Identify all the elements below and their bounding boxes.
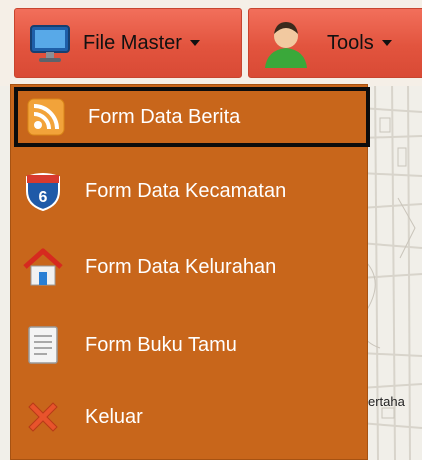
map-place-label: ertaha bbox=[368, 394, 405, 409]
chevron-down-icon bbox=[381, 40, 392, 46]
home-icon bbox=[23, 247, 63, 287]
menubar: File Master Tools bbox=[0, 0, 422, 86]
menu-item-keluar[interactable]: Keluar bbox=[15, 385, 367, 449]
menu-item-form-data-berita[interactable]: Form Data Berita bbox=[14, 87, 370, 147]
chevron-down-icon bbox=[189, 40, 200, 46]
menu-item-label: Form Data Kecamatan bbox=[85, 179, 287, 202]
monitor-icon bbox=[27, 20, 73, 66]
menu-item-label: Keluar bbox=[85, 405, 143, 428]
user-icon bbox=[259, 16, 313, 70]
menu-item-label: Form Buku Tamu bbox=[85, 333, 237, 356]
menu-item-label: Form Data Kelurahan bbox=[85, 255, 277, 278]
file-master-menu-button[interactable]: File Master bbox=[14, 8, 242, 78]
shield-6-icon: 6 bbox=[23, 171, 63, 212]
tools-menu-button[interactable]: Tools bbox=[248, 8, 422, 78]
rss-icon bbox=[26, 97, 66, 137]
menu-item-form-data-kelurahan[interactable]: Form Data Kelurahan bbox=[15, 235, 367, 299]
svg-text:6: 6 bbox=[39, 189, 48, 206]
menu-item-form-data-kecamatan[interactable]: 6 Form Data Kecamatan bbox=[15, 159, 367, 223]
menu-item-label: Form Data Berita bbox=[88, 105, 241, 128]
file-master-label: File Master bbox=[83, 31, 182, 54]
file-master-dropdown: Form Data Berita 6 Form Data Kecamatan F… bbox=[10, 84, 370, 460]
tools-label: Tools bbox=[327, 31, 374, 54]
close-x-icon bbox=[23, 397, 63, 437]
document-icon bbox=[23, 325, 63, 365]
menu-item-form-buku-tamu[interactable]: Form Buku Tamu bbox=[15, 313, 367, 377]
